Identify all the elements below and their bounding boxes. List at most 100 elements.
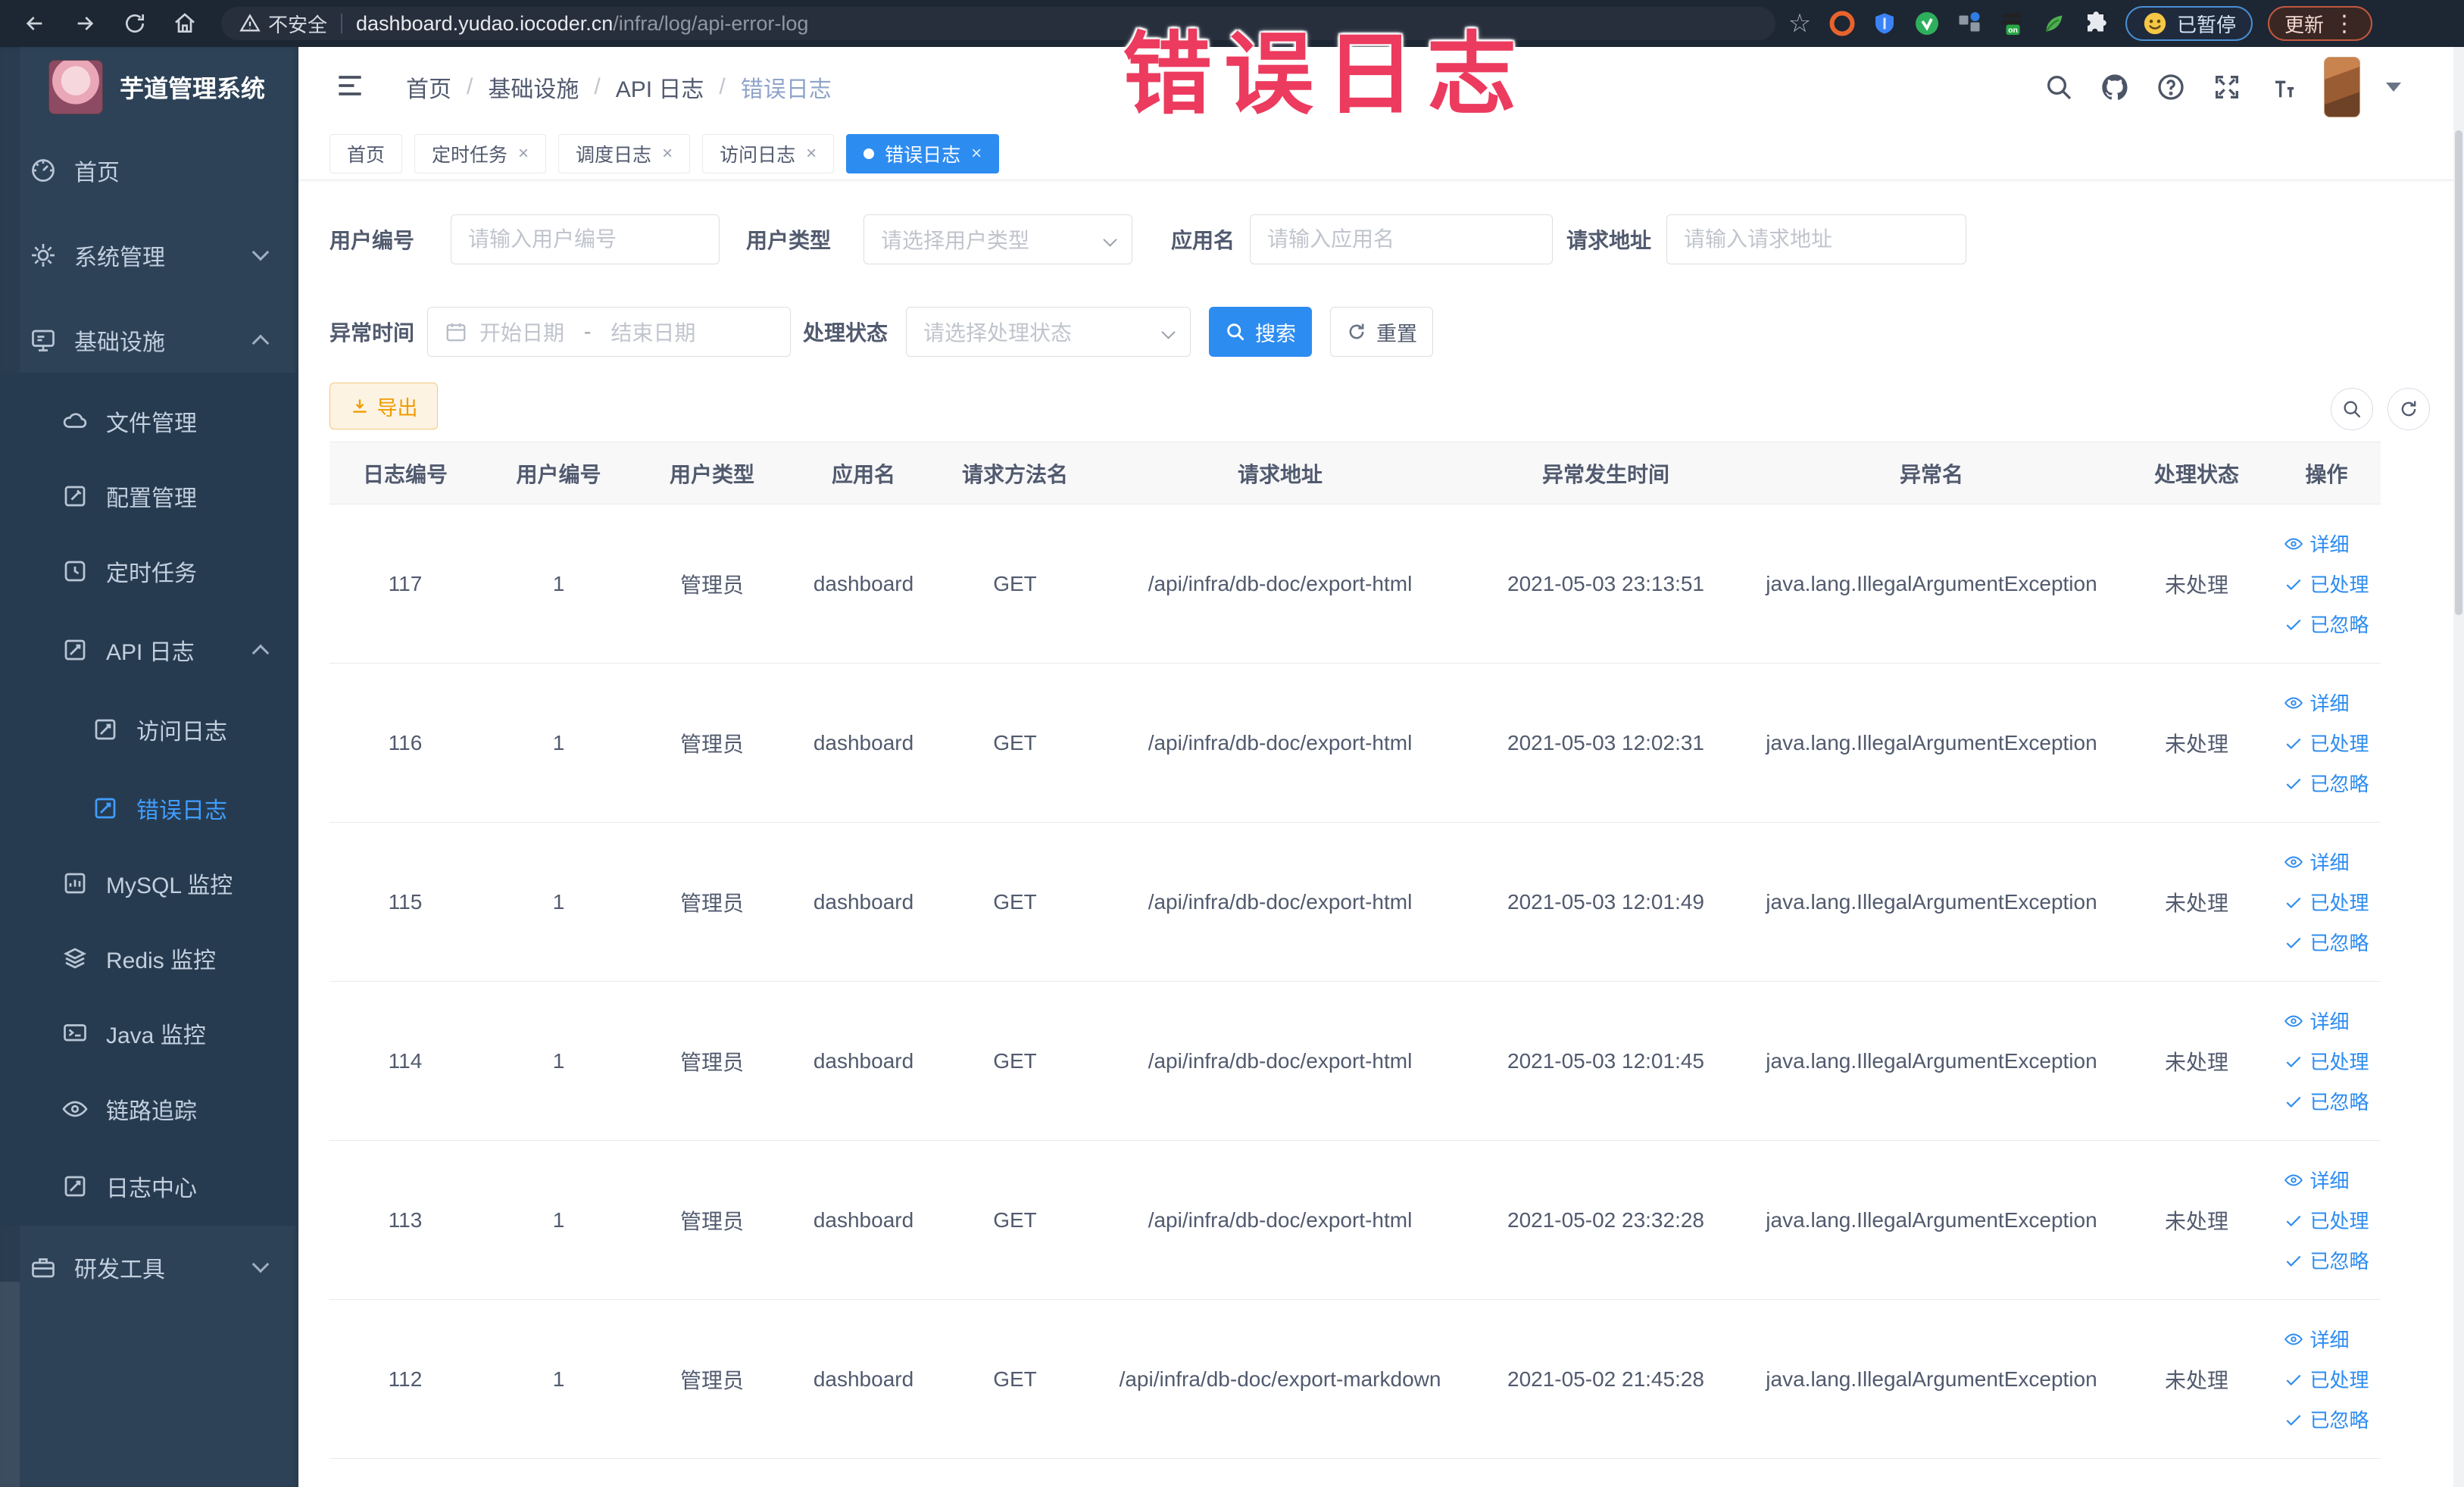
process-status-select[interactable]: 请选择处理状态 (906, 307, 1191, 357)
font-size-icon[interactable] (2268, 72, 2298, 102)
mark-ignored-link[interactable]: 已忽略 (2284, 1405, 2369, 1433)
error-log-table: 日志编号 用户编号 用户类型 应用名 请求方法名 请求地址 异常发生时间 异常名… (329, 442, 2381, 1459)
mark-processed-link[interactable]: 已处理 (2284, 1206, 2369, 1234)
chevron-down-icon (251, 243, 270, 261)
extension-shield-icon[interactable] (1871, 10, 1898, 37)
detail-link[interactable]: 详细 (2284, 1325, 2350, 1353)
page-scrollbar-thumb[interactable] (2455, 130, 2462, 615)
sidebar-item-home[interactable]: 首页 (0, 143, 298, 198)
user-type-select[interactable]: 请选择用户类型 (863, 214, 1132, 264)
cell-user-id: 1 (481, 663, 636, 823)
cell-log-id: 117 (329, 504, 481, 664)
sidebar-item-file-mgmt[interactable]: 文件管理 (0, 394, 298, 448)
user-id-input-box[interactable] (451, 214, 720, 264)
sidebar-item-scheduled-jobs[interactable]: 定时任务 (0, 544, 298, 598)
search-button[interactable]: 搜索 (1209, 307, 1312, 357)
forward-icon[interactable] (70, 8, 100, 39)
extension-orange-icon[interactable] (1828, 10, 1856, 37)
sidebar-item-tracing[interactable]: 链路追踪 (0, 1082, 298, 1136)
kebab-menu-icon[interactable]: ⋮ (2333, 11, 2356, 37)
cell-request-url: /api/infra/db-doc/export-html (1091, 981, 1469, 1141)
mark-ignored-link[interactable]: 已忽略 (2284, 1246, 2369, 1274)
detail-link[interactable]: 详细 (2284, 530, 2350, 558)
export-button[interactable]: 导出 (329, 383, 438, 430)
extension-on-badge-icon[interactable]: on (1998, 10, 2025, 37)
mark-ignored-link[interactable]: 已忽略 (2284, 1087, 2369, 1115)
app-logo-row[interactable]: 芋道管理系统 (0, 58, 298, 117)
sidebar-item-dev-tools[interactable]: 研发工具 (0, 1240, 298, 1295)
mark-processed-link[interactable]: 已处理 (2284, 1047, 2369, 1075)
date-range-picker[interactable]: 开始日期 - 结束日期 (427, 307, 791, 357)
detail-link[interactable]: 详细 (2284, 1007, 2350, 1035)
request-url-input[interactable] (1684, 227, 1949, 251)
avatar[interactable] (2324, 57, 2360, 117)
sidebar-item-mysql-monitor[interactable]: MySQL 监控 (0, 856, 298, 911)
sidebar-item-java-monitor[interactable]: Java 监控 (0, 1006, 298, 1061)
mark-processed-link[interactable]: 已处理 (2284, 1365, 2369, 1393)
mark-processed-link[interactable]: 已处理 (2284, 570, 2369, 598)
sidebar-item-system-mgmt[interactable]: 系统管理 (0, 228, 298, 283)
detail-link[interactable]: 详细 (2284, 1166, 2350, 1194)
home-icon[interactable] (170, 8, 200, 39)
extension-green-circle-icon[interactable] (1913, 10, 1941, 37)
sidebar-item-config-mgmt[interactable]: 配置管理 (0, 469, 298, 523)
mark-processed-link[interactable]: 已处理 (2284, 729, 2369, 757)
page-scrollbar[interactable] (2453, 47, 2464, 1487)
check-icon (2287, 1414, 2301, 1426)
mark-ignored-link[interactable]: 已忽略 (2284, 769, 2369, 797)
mark-processed-link[interactable]: 已处理 (2284, 888, 2369, 916)
breadcrumb: 首页 / 基础设施 / API 日志 / 错误日志 (406, 70, 832, 104)
app-name-input[interactable] (1267, 227, 1535, 251)
tab-scheduled-jobs[interactable]: 定时任务 × (414, 133, 547, 173)
back-icon[interactable] (20, 8, 50, 39)
close-icon[interactable]: × (806, 143, 817, 164)
app-name-input-box[interactable] (1250, 214, 1553, 264)
tab-error-log[interactable]: 错误日志 × (846, 133, 1000, 173)
refresh-table-button[interactable] (2387, 388, 2430, 430)
sidebar-item-access-log[interactable]: 访问日志 (0, 702, 298, 757)
avatar-caret-icon[interactable] (2386, 83, 2401, 92)
tab-schedule-log[interactable]: 调度日志 × (558, 133, 691, 173)
paused-profile-button[interactable]: 已暂停 (2125, 6, 2253, 41)
address-bar[interactable]: 不安全 dashboard.yudao.iocoder.cn/infra/log… (221, 7, 1775, 40)
extension-puzzle-icon[interactable] (2083, 10, 2110, 37)
toggle-search-button[interactable] (2331, 388, 2373, 430)
sidebar-scrollbar[interactable] (0, 1282, 20, 1487)
reset-button[interactable]: 重置 (1330, 307, 1433, 357)
mark-ignored-link[interactable]: 已忽略 (2284, 928, 2369, 956)
help-icon[interactable] (2156, 72, 2186, 102)
extension-grid-icon[interactable] (1956, 10, 1983, 37)
detail-link[interactable]: 详细 (2284, 848, 2350, 876)
cell-app-name: dashboard (788, 822, 939, 982)
collapse-menu-icon[interactable] (333, 69, 367, 106)
breadcrumb-item[interactable]: 基础设施 (488, 70, 579, 104)
app-name-label: 应用名 (1171, 229, 1235, 252)
detail-link[interactable]: 详细 (2284, 689, 2350, 717)
update-browser-button[interactable]: 更新 ⋮ (2268, 6, 2373, 41)
close-icon[interactable]: × (518, 143, 529, 164)
sidebar-item-label: 研发工具 (74, 1257, 165, 1282)
sidebar-item-redis-monitor[interactable]: Redis 监控 (0, 931, 298, 986)
fullscreen-icon[interactable] (2212, 72, 2242, 102)
sidebar-item-label: 链路追踪 (106, 1099, 197, 1124)
search-icon[interactable] (2044, 72, 2074, 102)
sidebar-item-error-log[interactable]: 错误日志 (0, 781, 298, 836)
close-icon[interactable]: × (971, 143, 982, 164)
breadcrumb-item[interactable]: 首页 (406, 70, 451, 104)
sidebar-item-log-center[interactable]: 日志中心 (0, 1159, 298, 1214)
github-icon[interactable] (2100, 72, 2130, 102)
security-warning[interactable]: 不安全 (239, 10, 327, 38)
bookmark-star-icon[interactable]: ☆ (1786, 9, 1813, 38)
breadcrumb-item[interactable]: API 日志 (616, 70, 704, 104)
reload-icon[interactable] (120, 8, 150, 39)
user-id-input[interactable] (468, 227, 702, 251)
tab-access-log[interactable]: 访问日志 × (702, 133, 835, 173)
mark-ignored-link[interactable]: 已忽略 (2284, 610, 2369, 638)
close-icon[interactable]: × (662, 143, 673, 164)
tab-home[interactable]: 首页 (329, 133, 403, 173)
extension-leaf-icon[interactable] (2041, 10, 2068, 37)
sidebar-item-api-log[interactable]: API 日志 (0, 623, 298, 677)
request-url-input-box[interactable] (1666, 214, 1966, 264)
cell-user-id: 1 (481, 504, 636, 664)
sidebar-item-infrastructure[interactable]: 基础设施 (0, 313, 298, 367)
